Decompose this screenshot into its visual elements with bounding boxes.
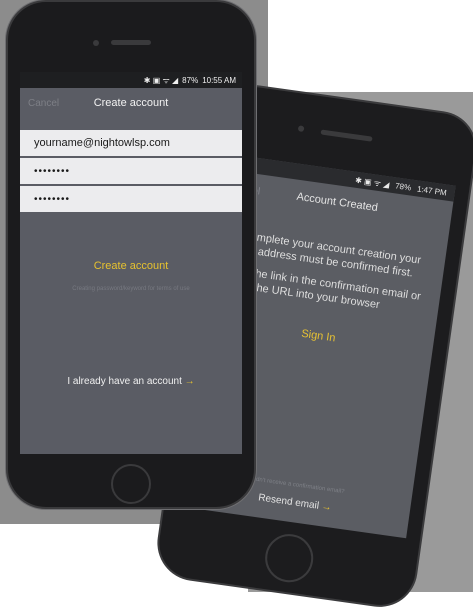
home-button[interactable]	[111, 464, 151, 504]
earpiece	[320, 129, 373, 142]
front-camera	[297, 125, 305, 133]
cancel-link[interactable]: Cancel	[28, 98, 59, 109]
confirm-password-value: ••••••••	[34, 193, 71, 205]
battery-level: 87%	[182, 75, 199, 85]
arrow-right-icon: →	[320, 501, 333, 514]
earpiece	[111, 40, 151, 45]
email-field[interactable]: yourname@nightowlsp.com	[20, 130, 242, 156]
terms-hint: Creating password/keyword for terms of u…	[72, 286, 190, 292]
confirm-password-field[interactable]: ••••••••	[20, 186, 242, 212]
create-account-button[interactable]: Create account	[20, 260, 242, 272]
status-icons: ✱ ▣ ᯤ ◢	[143, 75, 179, 85]
clock: 10:55 AM	[202, 75, 236, 85]
home-button[interactable]	[262, 531, 317, 586]
screen-title: Account Created	[295, 190, 379, 215]
already-have-account-link[interactable]: I already have an account →	[20, 376, 242, 387]
password-field[interactable]: ••••••••	[20, 158, 242, 184]
password-value: ••••••••	[34, 165, 71, 177]
battery-level: 78%	[394, 180, 412, 193]
confirmation-message: To complete your account creation your e…	[223, 227, 432, 318]
email-value: yourname@nightowlsp.com	[34, 137, 170, 149]
clock: 1:47 PM	[416, 183, 448, 198]
status-bar: ✱ ▣ ᯤ ◢ 87% 10:55 AM	[20, 72, 242, 88]
already-label: I already have an account	[67, 376, 182, 387]
create-account-screen: ✱ ▣ ᯤ ◢ 87% 10:55 AM Cancel Create accou…	[20, 72, 242, 454]
front-camera	[93, 40, 99, 46]
arrow-right-icon: →	[184, 376, 195, 387]
screen-title: Create account	[93, 97, 169, 109]
phone-create-account: ✱ ▣ ᯤ ◢ 87% 10:55 AM Cancel Create accou…	[8, 2, 254, 507]
resend-label: Resend email	[257, 492, 320, 512]
nav-bar: Cancel Create account	[20, 88, 242, 118]
